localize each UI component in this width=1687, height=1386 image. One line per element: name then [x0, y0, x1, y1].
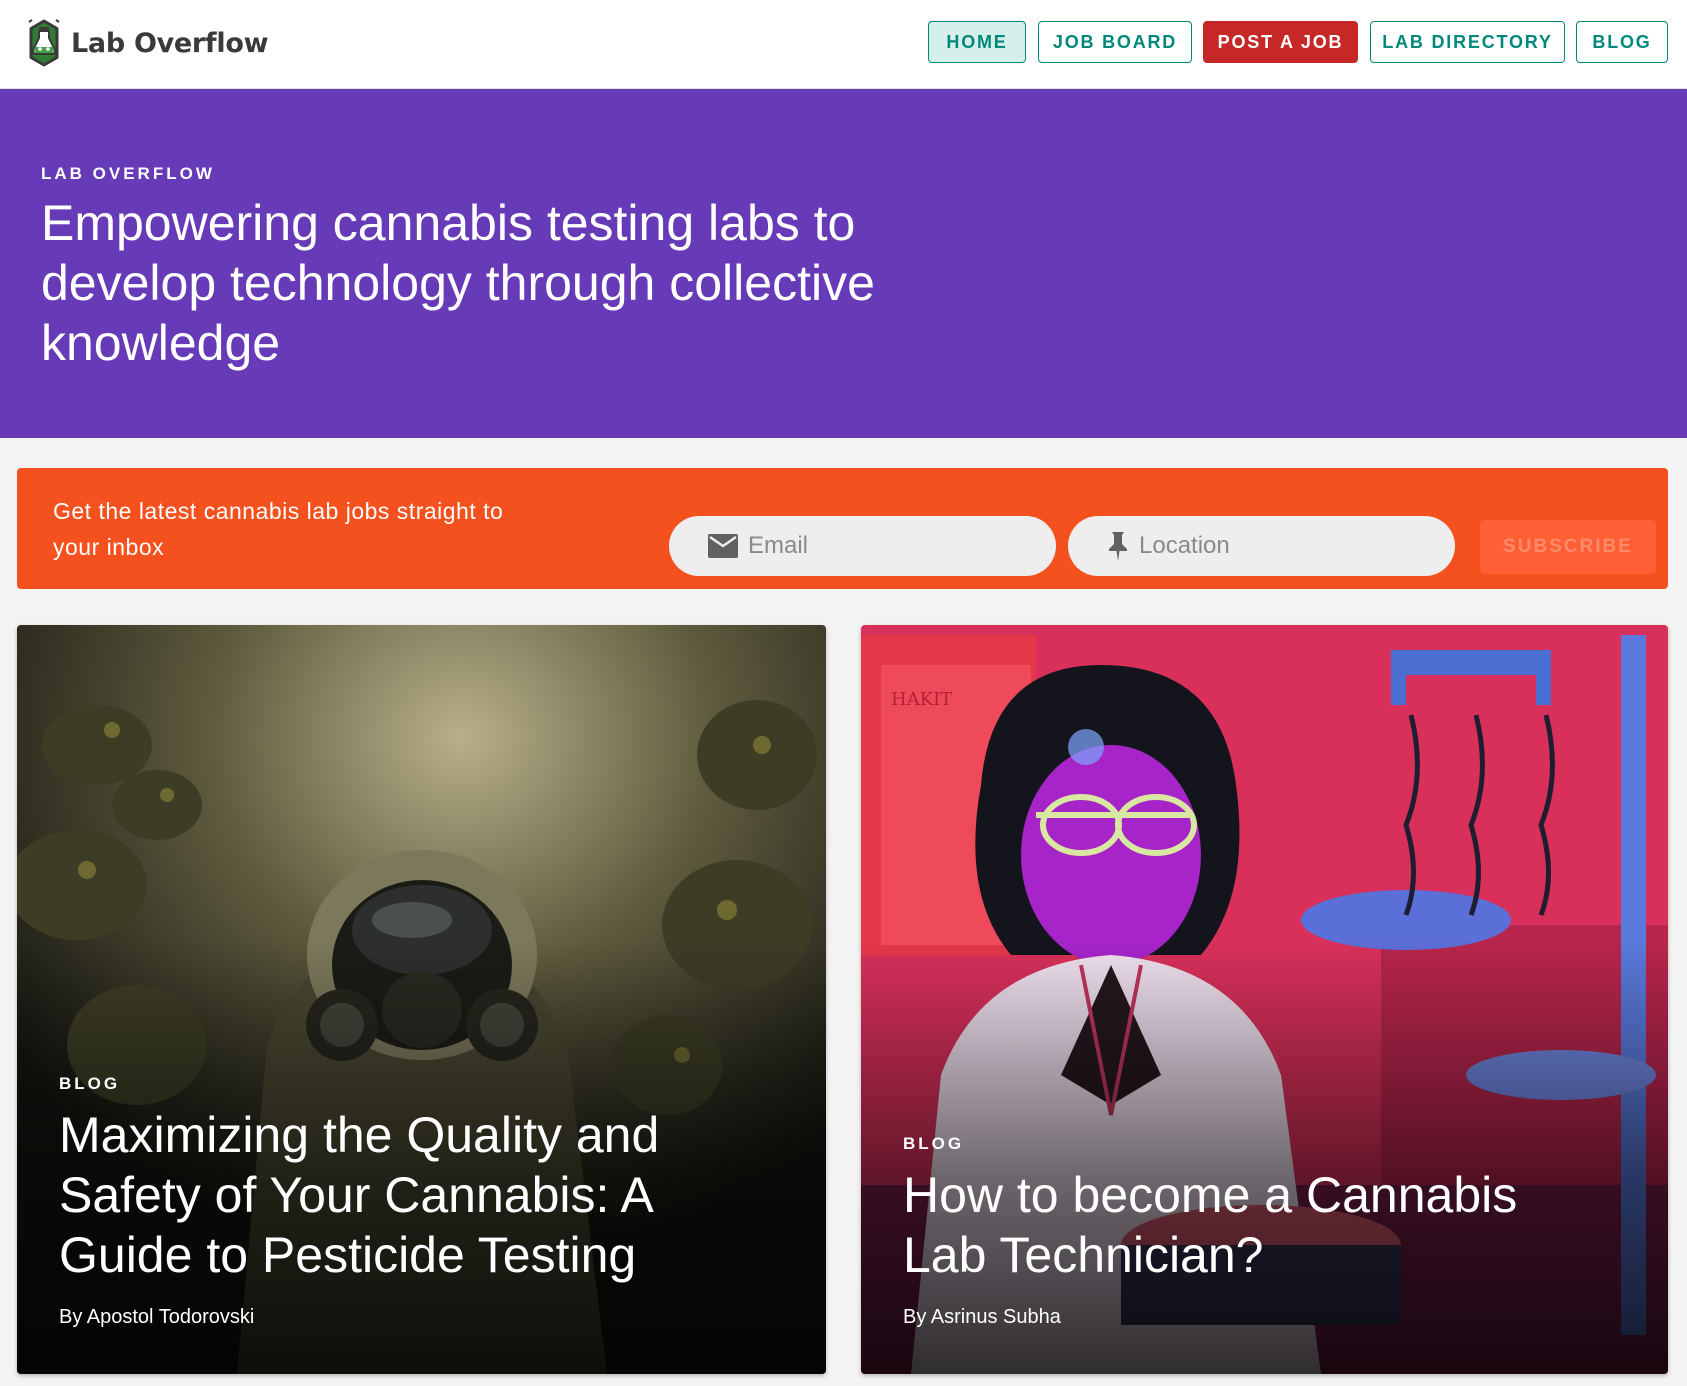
nav-blog-button[interactable]: BLOG [1576, 21, 1668, 63]
email-input[interactable] [748, 532, 1028, 560]
flask-logo-icon [28, 19, 60, 67]
card-byline: By Apostol Todorovski [59, 1306, 255, 1328]
svg-text:HAKIT: HAKIT [891, 689, 952, 710]
subscribe-bar: Get the latest cannabis lab jobs straigh… [17, 468, 1668, 589]
site-header: Lab Overflow HOME JOB BOARD POST A JOB L… [0, 0, 1687, 89]
pushpin-icon [1109, 532, 1127, 561]
site-logo[interactable]: Lab Overflow [26, 18, 269, 68]
logo-text: Lab Overflow [71, 27, 269, 59]
hero-title: Empowering cannabis testing labs to deve… [41, 195, 875, 371]
subscribe-text: Get the latest cannabis lab jobs straigh… [53, 498, 504, 560]
email-field[interactable] [669, 516, 1056, 576]
location-input[interactable] [1139, 532, 1419, 560]
email-icon [708, 534, 738, 558]
blog-card-pesticide-testing[interactable]: BLOG Maximizing the Quality and Safety o… [17, 625, 826, 1374]
nav-job-board-button[interactable]: JOB BOARD [1038, 21, 1192, 63]
location-field[interactable] [1068, 516, 1455, 576]
card-category: BLOG [903, 1134, 965, 1153]
blog-card-lab-technician[interactable]: HAKIT BLOG How to become a Cannabis Lab … [861, 625, 1668, 1374]
subscribe-button[interactable]: SUBSCRIBE [1480, 520, 1656, 574]
card-title: Maximizing the Quality and Safety of You… [59, 1107, 660, 1283]
card-byline: By Asrinus Subha [903, 1306, 1061, 1328]
hero-banner: LAB OVERFLOW Empowering cannabis testing… [0, 89, 1687, 438]
nav-lab-directory-button[interactable]: LAB DIRECTORY [1370, 21, 1565, 63]
nav-home-button[interactable]: HOME [928, 21, 1026, 63]
post-a-job-button[interactable]: POST A JOB [1203, 21, 1358, 63]
card-category: BLOG [59, 1074, 121, 1093]
hero-eyebrow: LAB OVERFLOW [41, 164, 215, 183]
card-title: How to become a Cannabis Lab Technician? [903, 1167, 1518, 1283]
